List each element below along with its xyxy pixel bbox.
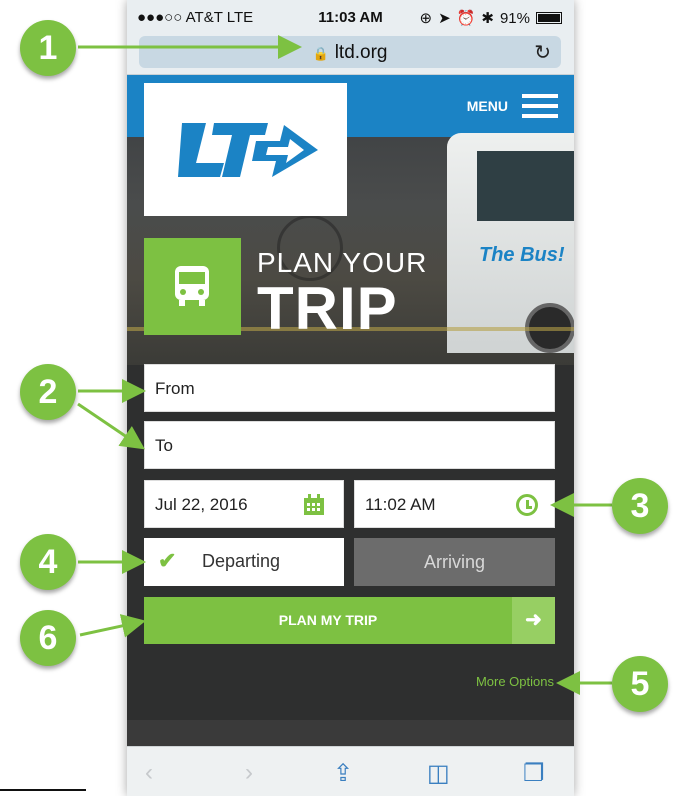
footnote-rule xyxy=(0,789,86,791)
callout-1: 1 xyxy=(20,20,76,76)
callout-2: 2 xyxy=(20,364,76,420)
callout-5: 5 xyxy=(612,656,668,712)
callout-6: 6 xyxy=(20,610,76,666)
callout-3: 3 xyxy=(612,478,668,534)
callout-arrows xyxy=(77,35,612,695)
callout-4: 4 xyxy=(20,534,76,590)
